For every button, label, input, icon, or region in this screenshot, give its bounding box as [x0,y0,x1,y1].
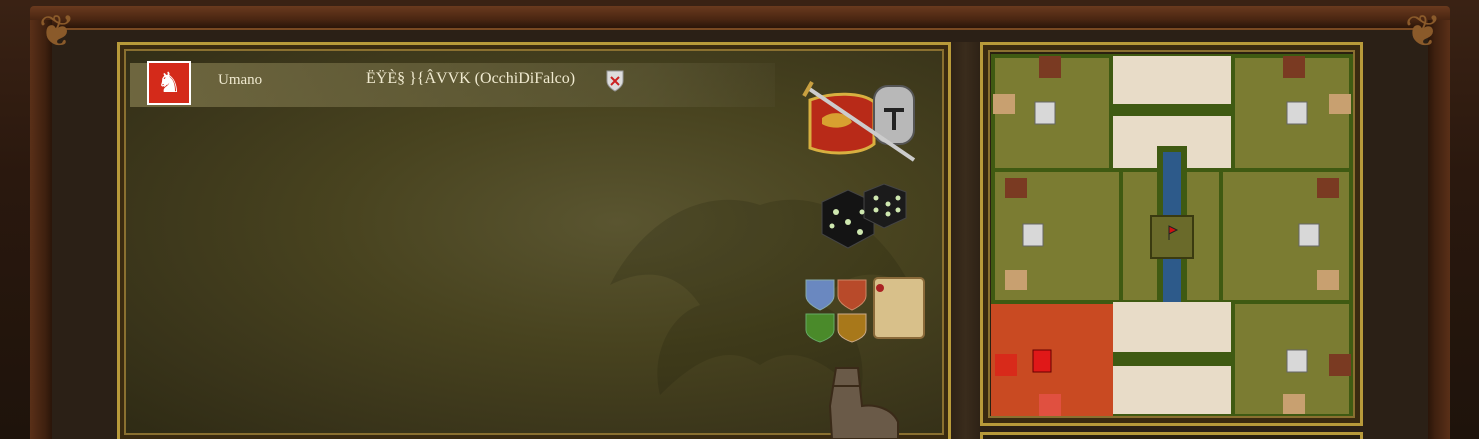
player-name-label: ËŸÈ§ }{ÂVVK (OcchiDiFalco) [366,70,576,87]
divider [951,42,980,439]
corner-ornament-icon: ❦ [1404,6,1442,57]
frame-left [30,20,52,439]
map-panel-bottom [980,432,1363,439]
corner-ornament-icon: ❦ [38,6,76,57]
frame-right [1428,20,1450,439]
minimap[interactable] [991,54,1353,416]
dice-icon[interactable] [818,182,910,254]
boot-icon[interactable] [822,366,902,439]
heraldry-scroll-icon[interactable] [804,276,928,344]
sword-shield-helmet-icon[interactable] [802,78,922,166]
remove-player-shield-icon[interactable] [605,69,625,93]
player-crest-lion-icon[interactable]: ♞ [147,61,191,105]
player-type-label[interactable]: Umano [218,72,262,89]
frame-top [30,6,1450,30]
